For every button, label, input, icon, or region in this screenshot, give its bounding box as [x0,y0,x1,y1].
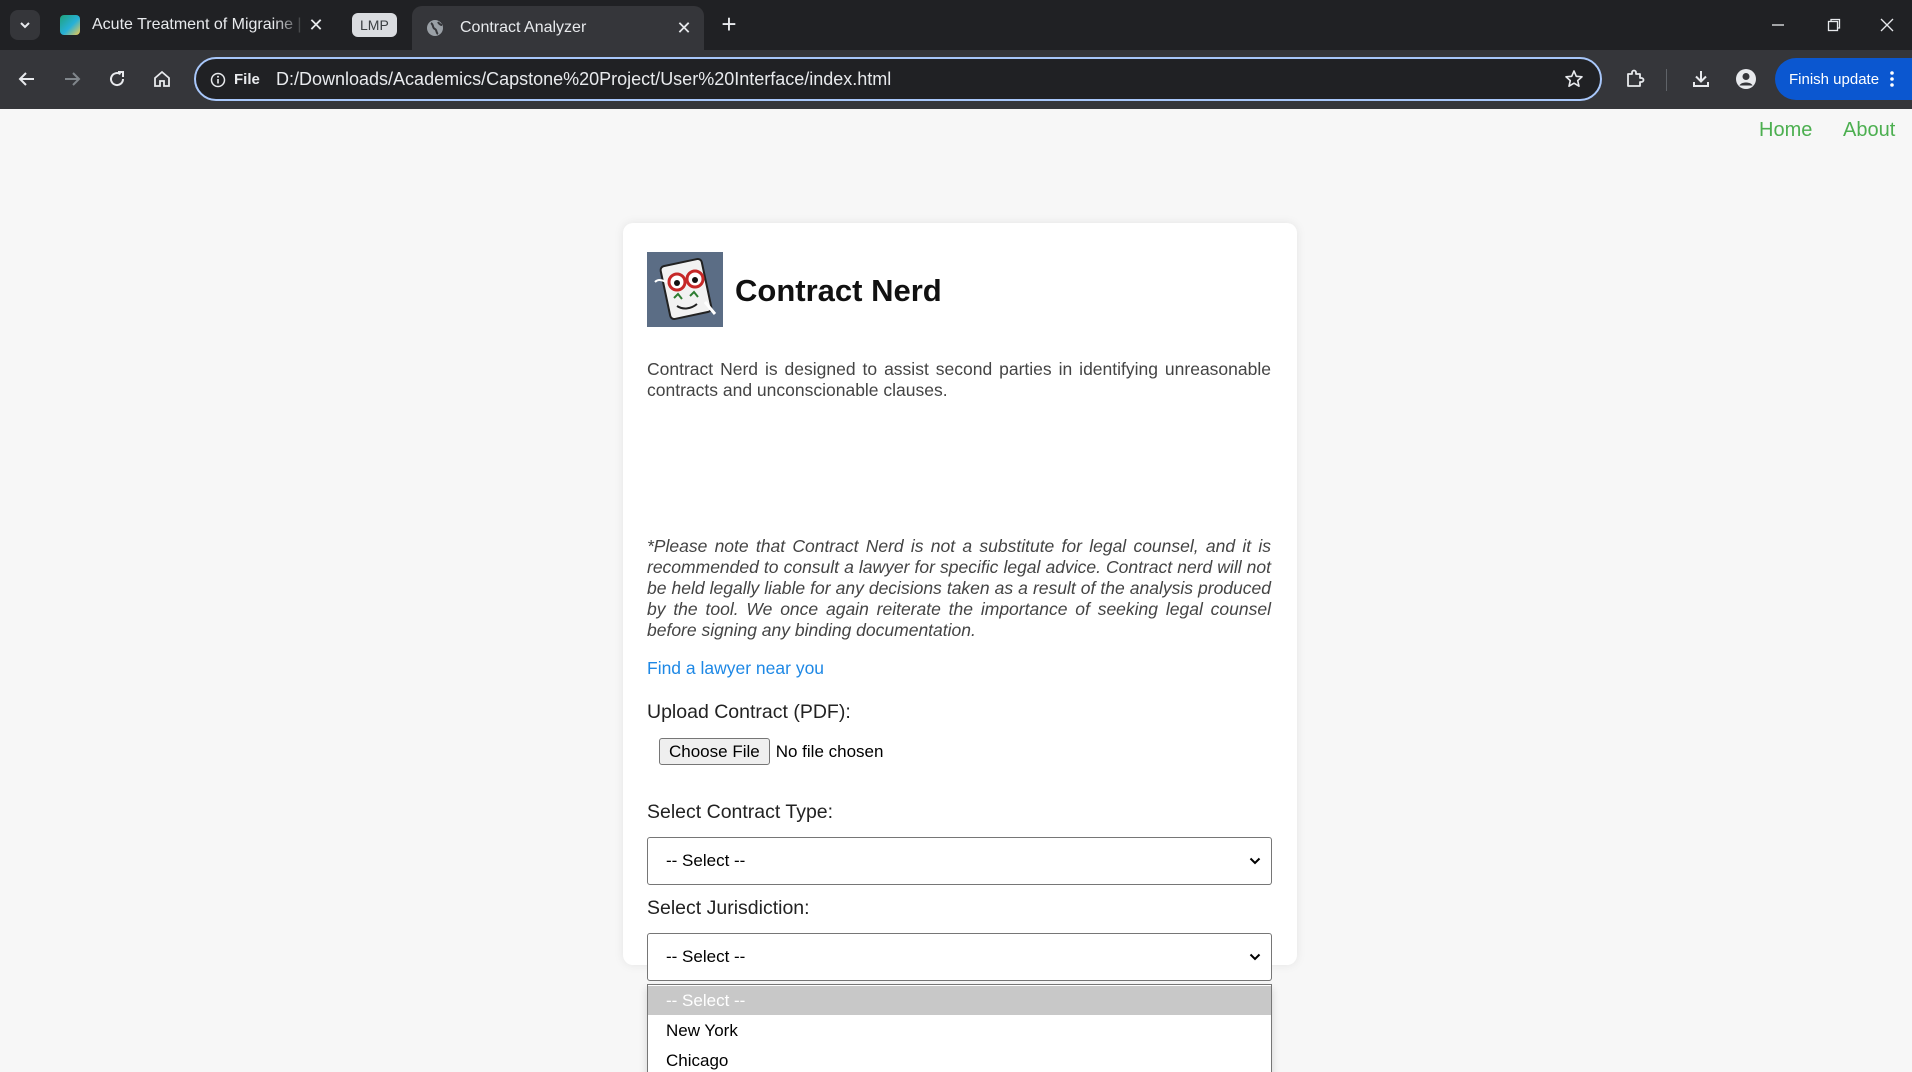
extensions-button[interactable] [1620,64,1650,94]
file-input[interactable]: Choose File No file chosen [659,738,883,765]
minimize-button[interactable] [1750,0,1806,50]
app-description: Contract Nerd is designed to assist seco… [647,359,1271,401]
jurisdiction-option[interactable]: -- Select -- [648,986,1271,1015]
close-window-button[interactable] [1862,0,1912,50]
site-favicon-icon [60,15,80,35]
finish-update-button[interactable]: Finish update [1775,58,1912,100]
star-icon [1564,69,1584,89]
site-info-button[interactable]: File [210,71,260,88]
tab-strip: Acute Treatment of Migraine | N ✕ LMP Co… [0,0,1912,50]
new-tab-button[interactable]: + [716,12,742,38]
arrow-left-icon [17,69,37,89]
tab-title: Acute Treatment of Migraine | N [92,16,306,34]
tab-search-button[interactable] [10,10,40,40]
nav-home-link[interactable]: Home [1759,119,1812,142]
tab-title: Contract Analyzer [460,19,674,37]
reload-icon [107,69,127,89]
tab-contract-analyzer[interactable]: Contract Analyzer ✕ [412,6,704,50]
puzzle-icon [1624,68,1646,90]
bookmark-button[interactable] [1564,69,1584,94]
contract-type-label: Select Contract Type: [647,801,833,824]
download-icon [1690,68,1712,90]
chevron-down-icon [1249,856,1261,866]
chevron-down-icon [18,18,32,32]
close-icon[interactable]: ✕ [674,18,694,38]
reload-button[interactable] [102,64,132,94]
restore-button[interactable] [1806,0,1862,50]
info-icon [210,72,226,88]
main-card: Contract Nerd Contract Nerd is designed … [623,223,1297,965]
jurisdiction-label: Select Jurisdiction: [647,897,810,920]
jurisdiction-option[interactable]: Chicago [648,1046,1271,1072]
tab-migraine[interactable]: Acute Treatment of Migraine | N ✕ [56,8,336,42]
close-icon[interactable]: ✕ [306,15,326,35]
jurisdiction-select[interactable]: -- Select -- [647,933,1272,981]
home-icon [152,69,172,89]
legal-disclaimer: *Please note that Contract Nerd is not a… [647,536,1271,641]
avatar-icon [1735,68,1757,90]
app-title: Contract Nerd [735,273,942,309]
browser-toolbar: File D:/Downloads/Academics/Capstone%20P… [0,50,1912,109]
upload-label: Upload Contract (PDF): [647,701,851,724]
minimize-icon [1771,18,1785,32]
scheme-label: File [234,71,260,88]
restore-icon [1827,18,1841,32]
forward-button[interactable] [57,64,87,94]
downloads-button[interactable] [1686,64,1716,94]
more-vert-icon [1890,71,1894,87]
globe-icon [426,19,444,37]
jurisdiction-value: -- Select -- [666,947,745,967]
url-text[interactable]: D:/Downloads/Academics/Capstone%20Projec… [276,69,891,90]
contract-type-value: -- Select -- [666,851,745,871]
jurisdiction-dropdown: -- Select -- New York Chicago [647,984,1272,1072]
close-icon [1880,18,1894,32]
choose-file-button[interactable]: Choose File [659,738,770,765]
nav-about-link[interactable]: About [1843,119,1895,142]
finish-update-label: Finish update [1789,71,1879,88]
address-bar[interactable]: File D:/Downloads/Academics/Capstone%20P… [194,57,1602,101]
arrow-right-icon [62,69,82,89]
web-page: Home About Contract Nerd Contract Nerd i… [0,109,1912,1072]
home-button[interactable] [147,64,177,94]
contract-nerd-logo [647,252,723,327]
file-status: No file chosen [776,742,884,762]
contract-type-select[interactable]: -- Select -- [647,837,1272,885]
toolbar-divider [1666,69,1667,91]
tab-group-chip[interactable]: LMP [352,13,397,37]
chevron-down-icon [1249,952,1261,962]
nerd-document-icon [647,252,723,327]
back-button[interactable] [12,64,42,94]
profile-button[interactable] [1731,64,1761,94]
jurisdiction-option[interactable]: New York [648,1016,1271,1045]
find-lawyer-link[interactable]: Find a lawyer near you [647,658,824,679]
